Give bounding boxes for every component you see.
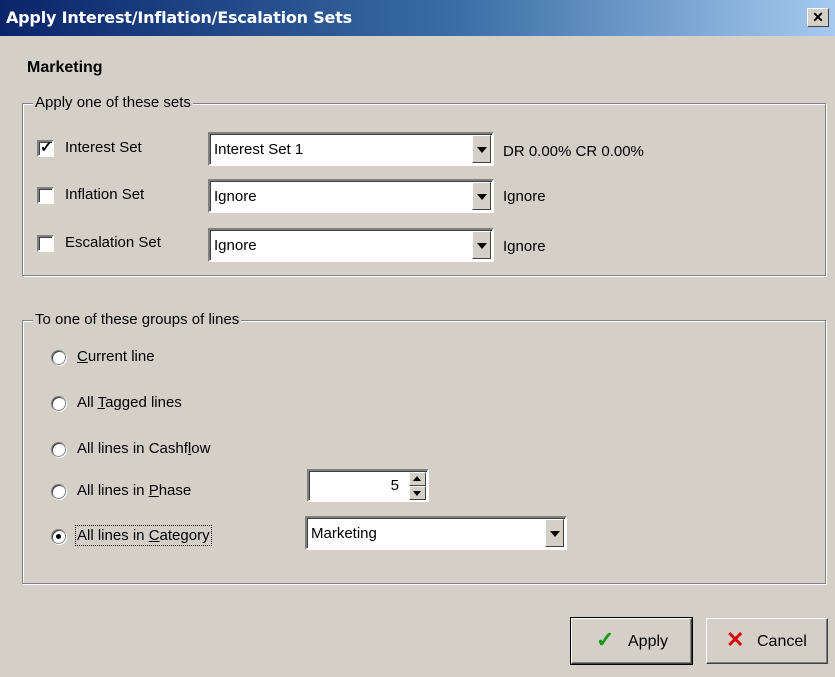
window-title: Apply Interest/Inflation/Escalation Sets (6, 8, 352, 27)
interest-set-dropdown[interactable]: Interest Set 1 (208, 132, 494, 166)
apply-button[interactable]: ✓ Apply (570, 617, 693, 665)
radio-current-line[interactable] (51, 350, 66, 365)
interest-set-value: Interest Set 1 (214, 141, 304, 158)
radio-current-line-label[interactable]: Current line (77, 348, 155, 365)
cancel-button[interactable]: ✕ Cancel (706, 618, 828, 664)
radio-all-lines-cashflow[interactable] (51, 442, 66, 457)
radio-all-lines-cashflow-label[interactable]: All lines in Cashflow (77, 440, 210, 457)
spin-down-icon[interactable] (409, 486, 426, 500)
interest-set-checkbox[interactable]: ✓ (37, 139, 54, 157)
inflation-set-dropdown[interactable]: Ignore (208, 179, 494, 213)
chevron-down-icon[interactable] (472, 231, 491, 259)
chevron-down-icon[interactable] (472, 182, 491, 210)
lines-group-legend: To one of these groups of lines (33, 311, 242, 328)
radio-all-lines-phase[interactable] (51, 484, 66, 499)
cancel-button-label: Cancel (757, 633, 807, 650)
phase-value: 5 (390, 477, 399, 494)
radio-all-tagged-lines[interactable] (51, 396, 66, 411)
title-bar: Apply Interest/Inflation/Escalation Sets… (0, 0, 835, 36)
close-button[interactable]: ✕ (807, 8, 829, 27)
inflation-set-checkbox[interactable] (37, 187, 54, 204)
escalation-set-label: Escalation Set (65, 234, 161, 251)
checkmark-icon: ✓ (596, 627, 615, 652)
escalation-set-dropdown[interactable]: Ignore (208, 228, 494, 262)
close-icon: ✕ (812, 9, 824, 25)
spin-up-icon[interactable] (409, 472, 426, 486)
radio-all-lines-phase-label[interactable]: All lines in Phase (77, 482, 191, 499)
radio-all-tagged-lines-label[interactable]: All Tagged lines (77, 394, 182, 411)
chevron-down-icon[interactable] (472, 135, 491, 163)
category-dropdown[interactable]: Marketing (305, 516, 567, 550)
checkmark-icon: ✓ (40, 139, 53, 156)
escalation-set-checkbox[interactable] (37, 235, 54, 252)
inflation-set-value: Ignore (214, 188, 257, 205)
apply-button-label: Apply (628, 633, 669, 650)
inflation-set-label: Inflation Set (65, 186, 145, 203)
escalation-set-info: Ignore (503, 238, 546, 255)
category-value: Marketing (311, 525, 377, 542)
escalation-set-value: Ignore (214, 237, 257, 254)
radio-all-lines-category-label[interactable]: All lines in Category (75, 525, 212, 546)
sets-group-legend: Apply one of these sets (33, 94, 193, 111)
chevron-down-icon[interactable] (545, 519, 564, 547)
phase-spinner[interactable]: 5 (307, 469, 429, 502)
interest-set-info: DR 0.00% CR 0.00% (503, 143, 644, 160)
dialog-heading: Marketing (27, 59, 103, 76)
radio-all-lines-category[interactable] (51, 529, 66, 544)
cross-icon: ✕ (726, 627, 745, 652)
inflation-set-info: Ignore (503, 188, 546, 205)
interest-set-label: Interest Set (65, 139, 142, 156)
